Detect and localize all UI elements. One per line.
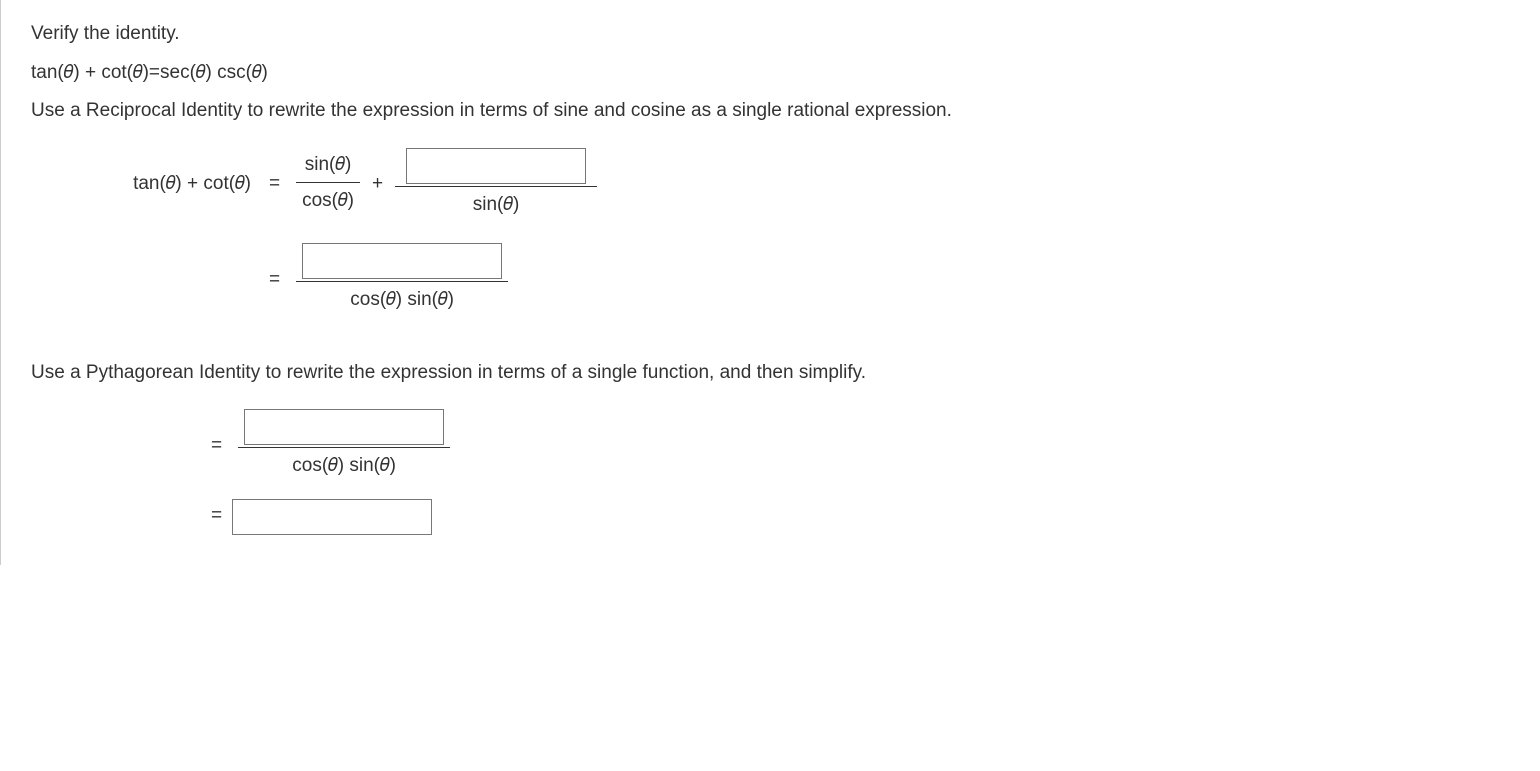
step2-line2: = (31, 499, 1510, 535)
fraction-blank-over-cossin-2: cos(𝜃) sin(𝜃) (238, 407, 450, 485)
answer-input-4[interactable] (232, 499, 432, 535)
eq-sign-2: = (259, 266, 290, 295)
frac2-den: sin(𝜃) (395, 186, 597, 224)
lhs-expr: tan(𝜃) + cot(𝜃) (31, 170, 259, 199)
eq-sign-1: = (259, 170, 290, 199)
frac3-den: cos(𝜃) sin(𝜃) (296, 281, 508, 319)
step1-instruction: Use a Reciprocal Identity to rewrite the… (31, 97, 1510, 126)
eq-sign-4: = (201, 502, 232, 531)
answer-input-2[interactable] (302, 243, 502, 279)
identity-rhs: sec(𝜃) csc(𝜃) (160, 59, 268, 88)
fraction-sin-over-cos: sin(𝜃) cos(𝜃) (296, 149, 360, 219)
frac4-den: cos(𝜃) sin(𝜃) (238, 447, 450, 485)
intro-text: Verify the identity. (31, 20, 1510, 49)
frac1-num: sin(𝜃) (299, 149, 358, 182)
step2-line1: = cos(𝜃) sin(𝜃) (31, 407, 1510, 485)
step1-line2: = cos(𝜃) sin(𝜃) (31, 241, 1510, 319)
eq-sign-3: = (201, 432, 232, 461)
fraction-blank-over-cossin: cos(𝜃) sin(𝜃) (296, 241, 508, 319)
fraction-blank-over-sin: sin(𝜃) (395, 146, 597, 224)
identity-eq: = (149, 59, 160, 88)
step2-instruction: Use a Pythagorean Identity to rewrite th… (31, 359, 1510, 388)
answer-input-1[interactable] (406, 148, 586, 184)
answer-input-3[interactable] (244, 409, 444, 445)
step1-line1: tan(𝜃) + cot(𝜃) = sin(𝜃) cos(𝜃) + sin(𝜃) (31, 146, 1510, 224)
frac1-den: cos(𝜃) (296, 182, 360, 220)
identity-line: tan(𝜃) + cot(𝜃) = sec(𝜃) csc(𝜃) (31, 59, 1510, 88)
identity-lhs: tan(𝜃) + cot(𝜃) (31, 59, 149, 88)
plus-sign: + (366, 170, 389, 199)
